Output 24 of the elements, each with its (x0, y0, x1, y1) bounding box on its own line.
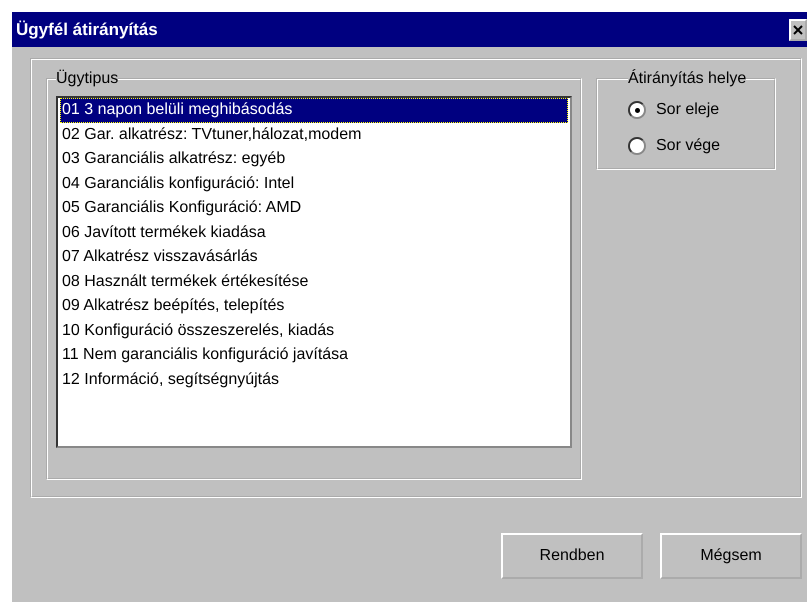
list-item[interactable]: 12 Információ, segítségnyújtás (60, 368, 568, 392)
list-item[interactable]: 11 Nem garanciális konfiguráció javítása (60, 343, 568, 368)
radio-button[interactable] (628, 137, 646, 155)
list-item[interactable]: 02 Gar. alkatrész: TVtuner,hálozat,modem (60, 122, 568, 147)
close-icon (793, 24, 803, 34)
case-type-list[interactable] (56, 96, 572, 448)
list-item[interactable]: 01 3 napon belüli meghibásodás (60, 98, 568, 122)
window-title: Ügyfél átirányítás (16, 20, 158, 40)
list-item[interactable]: 10 Konfiguráció összeszerelés, kiadás (60, 318, 568, 343)
dialog-button[interactable]: Rendben (501, 533, 643, 579)
list-item[interactable]: 04 Garanciális konfiguráció: Intel (60, 172, 568, 196)
list-item[interactable]: 03 Garanciális alkatrész: egyéb (60, 147, 568, 172)
list-item[interactable]: 08 Használt termékek értékesítése (60, 270, 568, 294)
radio-label: Sor eleje (656, 101, 720, 119)
list-item[interactable]: 05 Garanciális Konfiguráció: AMD (60, 196, 568, 220)
radio-label: Sor vége (656, 137, 720, 155)
list-item[interactable]: 09 Alkatrész beépítés, telepítés (60, 294, 568, 318)
list-item[interactable]: 07 Alkatrész visszavásárlás (60, 245, 568, 270)
dialog-button[interactable]: Mégsem (660, 533, 802, 579)
list-item[interactable]: 06 Javított termékek kiadása (60, 220, 568, 245)
close-button[interactable] (789, 18, 807, 40)
group-label: Átirányítás helye (628, 70, 746, 88)
group-label: Ügytipus (56, 70, 118, 88)
radio-button[interactable] (628, 101, 646, 119)
